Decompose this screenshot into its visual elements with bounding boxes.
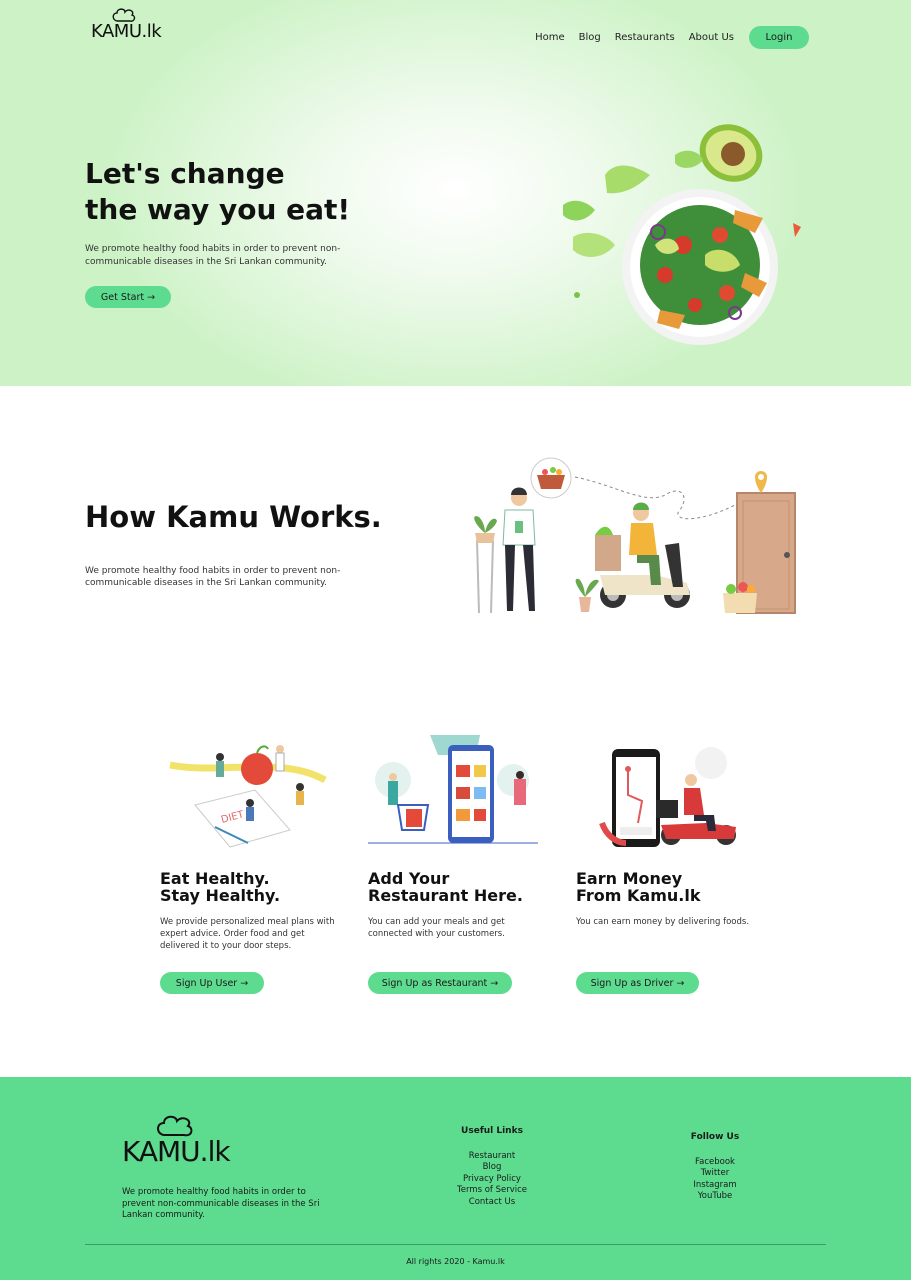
- login-button[interactable]: Login: [749, 26, 809, 49]
- footer-link-restaurant[interactable]: Restaurant: [452, 1151, 532, 1163]
- how-title: How Kamu Works.: [85, 500, 382, 534]
- follow-us-title: Follow Us: [690, 1132, 740, 1142]
- footer-link-instagram[interactable]: Instagram: [680, 1180, 750, 1192]
- nav-about-us[interactable]: About Us: [689, 32, 734, 43]
- delivery-illustration: [474, 457, 796, 614]
- footer-link-blog[interactable]: Blog: [452, 1162, 532, 1174]
- hero-title: Let's change the way you eat!: [85, 156, 425, 228]
- how-description: We promote healthy food habits in order …: [85, 566, 341, 588]
- footer-logo[interactable]: KAMU.lk: [122, 1111, 252, 1169]
- feature-title-line-1: Earn Money: [576, 869, 683, 888]
- footer-description: We promote healthy food habits in order …: [122, 1187, 320, 1220]
- hero-title-line-1: Let's change: [85, 157, 285, 190]
- feature-description: You can add your meals and get connected…: [368, 917, 505, 939]
- nav-home[interactable]: Home: [535, 32, 565, 43]
- footer-divider: [85, 1244, 826, 1245]
- feature-title-line-2: Stay Healthy.: [160, 886, 281, 905]
- salad-bowl-illustration: [563, 124, 801, 345]
- feature-title: Eat Healthy. Stay Healthy.: [160, 870, 350, 904]
- nav-blog[interactable]: Blog: [579, 32, 601, 43]
- follow-us: Follow Us Facebook Twitter Instagram You…: [680, 1132, 750, 1203]
- get-start-button[interactable]: Get Start →: [85, 286, 171, 308]
- feature-card-user: DIET Eat Healthy. Stay Healthy. We provi…: [160, 735, 350, 994]
- feature-description: You can earn money by delivering foods.: [576, 917, 750, 927]
- brand-logo[interactable]: KAMU.lk: [90, 5, 170, 45]
- feature-title-line-1: Eat Healthy.: [160, 869, 270, 888]
- footer-link-twitter[interactable]: Twitter: [680, 1168, 750, 1180]
- hero-description: We promote healthy food habits in order …: [85, 244, 341, 267]
- feature-title-line-1: Add Your: [368, 869, 450, 888]
- footer: KAMU.lk We promote healthy food habits i…: [0, 1077, 911, 1280]
- hero-title-line-2: the way you eat!: [85, 193, 351, 226]
- footer-link-youtube[interactable]: YouTube: [680, 1191, 750, 1203]
- feature-title: Earn Money From Kamu.lk: [576, 870, 766, 904]
- healthy-illustration: DIET: [169, 745, 327, 848]
- logo-text: KAMU.lk: [91, 21, 162, 42]
- hero-section: KAMU.lk Home Blog Restaurants About Us L…: [0, 0, 911, 386]
- useful-links-title: Useful Links: [461, 1126, 523, 1136]
- useful-links: Useful Links Restaurant Blog Privacy Pol…: [452, 1126, 532, 1208]
- feature-title-line-2: From Kamu.lk: [576, 886, 701, 905]
- feature-card-driver: Earn Money From Kamu.lk You can earn mon…: [576, 735, 766, 994]
- footer-link-facebook[interactable]: Facebook: [680, 1157, 750, 1169]
- footer-logo-text: KAMU.lk: [122, 1135, 231, 1168]
- driver-illustration: [599, 747, 736, 847]
- sign-up-driver-button[interactable]: Sign Up as Driver →: [576, 972, 699, 994]
- feature-card-restaurant: Add Your Restaurant Here. You can add yo…: [368, 735, 558, 994]
- feature-description: We provide personalized meal plans with …: [160, 917, 335, 951]
- feature-title: Add Your Restaurant Here.: [368, 870, 558, 904]
- nav-restaurants[interactable]: Restaurants: [615, 32, 675, 43]
- sign-up-user-button[interactable]: Sign Up User →: [160, 972, 264, 994]
- feature-title-line-2: Restaurant Here.: [368, 886, 523, 905]
- footer-link-privacy-policy[interactable]: Privacy Policy: [452, 1174, 532, 1186]
- copyright: All rights 2020 - Kamu.lk: [406, 1257, 505, 1266]
- restaurant-app-illustration: [368, 735, 538, 844]
- footer-link-terms-of-service[interactable]: Terms of Service: [452, 1185, 532, 1197]
- footer-link-contact-us[interactable]: Contact Us: [452, 1197, 532, 1209]
- sign-up-restaurant-button[interactable]: Sign Up as Restaurant →: [368, 972, 512, 994]
- main-nav: Home Blog Restaurants About Us Login: [535, 26, 809, 49]
